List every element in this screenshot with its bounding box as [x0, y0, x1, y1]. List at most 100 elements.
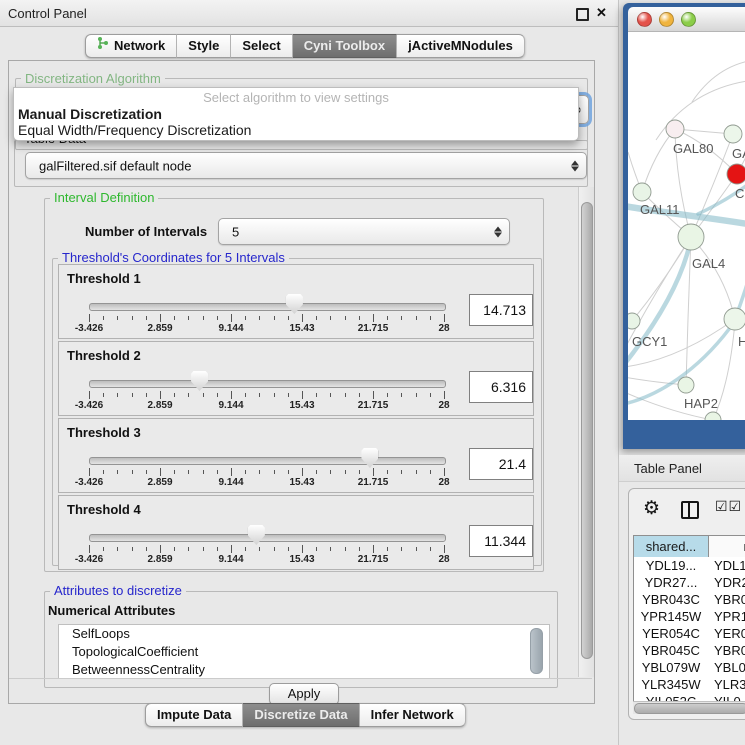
threshold-slider-thumb[interactable]: [191, 371, 208, 391]
tab-style[interactable]: Style: [177, 34, 231, 58]
bottom-tab-impute-data[interactable]: Impute Data: [145, 703, 243, 727]
bottom-tab-tab-label: Impute Data: [157, 704, 231, 726]
tab-select[interactable]: Select: [231, 34, 292, 58]
graph-node-label: C: [735, 186, 744, 201]
tick-mark: [259, 470, 260, 474]
graph-node[interactable]: [666, 120, 684, 138]
attributes-list-scrollbar[interactable]: [530, 628, 543, 674]
tick-mark: [373, 314, 374, 322]
network-window-titlebar[interactable]: [628, 7, 745, 32]
tab-network[interactable]: Network: [85, 34, 177, 58]
bottom-tab-infer-network[interactable]: Infer Network: [360, 703, 466, 727]
algorithm-placeholder-item[interactable]: Select algorithm to view settings: [14, 90, 578, 105]
graph-node[interactable]: [727, 164, 745, 184]
graph-edge[interactable]: [642, 129, 675, 192]
threshold-slider-track[interactable]: [89, 303, 446, 311]
control-panel: Control Panel ✕ NetworkStyle Select Cyni T…: [0, 0, 618, 745]
tick-mark: [416, 393, 417, 397]
table-row[interactable]: YLR345WYLR3: [634, 676, 745, 693]
threshold-slider-thumb[interactable]: [286, 294, 303, 314]
threshold-panel: Threshold 2-3.4262.8599.14415.4321.71528…: [58, 341, 534, 416]
tick-label: 2.859: [147, 400, 172, 411]
tick-mark: [444, 545, 445, 553]
control-panel-titlebar: Control Panel ✕: [0, 0, 618, 27]
attribute-list-item[interactable]: TopologicalCoefficient: [59, 643, 549, 661]
slider-tick-labels: -3.4262.8599.14415.4321.71528: [89, 554, 444, 566]
number-of-intervals-value: 5: [232, 224, 239, 239]
table-hscrollbar-thumb[interactable]: [634, 703, 745, 714]
table-row[interactable]: YPR145WYPR1: [634, 608, 745, 625]
gear-icon[interactable]: ⚙: [643, 497, 660, 520]
threshold-slider-track[interactable]: [89, 457, 446, 465]
tab-cyni-toolbox[interactable]: Cyni Toolbox: [293, 34, 397, 58]
tab-jactivemnodules[interactable]: jActiveMNodules: [397, 34, 525, 58]
tick-mark: [174, 470, 175, 474]
zoom-traffic-light-icon[interactable]: [681, 12, 696, 27]
attribute-list-item[interactable]: SelfLoops: [59, 625, 549, 643]
table-data-combobox[interactable]: galFiltered.sif default node: [25, 152, 587, 179]
tick-mark: [259, 547, 260, 551]
bottom-tab-tab-label: Discretize Data: [254, 704, 347, 726]
algorithm-option[interactable]: Manual Discretization: [18, 106, 162, 122]
tab-tab-label: Select: [242, 35, 280, 57]
bottom-tab-discretize-data[interactable]: Discretize Data: [243, 703, 359, 727]
table-row[interactable]: YBL079WYBL0: [634, 659, 745, 676]
table-row[interactable]: YIL052CYIL0: [634, 693, 745, 701]
panel-title: Control Panel: [8, 6, 87, 21]
top-tab-bar: NetworkStyle Select Cyni ToolboxjActiveMNo…: [85, 34, 525, 58]
tick-label: 2.859: [147, 554, 172, 565]
threshold-value-field[interactable]: 14.713: [469, 294, 533, 326]
threshold-slider-track[interactable]: [89, 380, 446, 388]
network-canvas[interactable]: GAL80GACGAL11GAL4GCY1HHAP2: [628, 32, 745, 420]
column-header[interactable]: na: [709, 536, 745, 557]
close-traffic-light-icon[interactable]: [637, 12, 652, 27]
table-row[interactable]: YBR045CYBR0: [634, 642, 745, 659]
graph-node[interactable]: [678, 377, 694, 393]
algorithm-option[interactable]: Equal Width/Frequency Discretization: [18, 122, 251, 138]
attribute-list-item[interactable]: BetweennessCentrality: [59, 661, 549, 679]
threshold-value-field[interactable]: 6.316: [469, 371, 533, 403]
checkboxes-icon[interactable]: ☑☑: [715, 498, 742, 515]
graph-node-label: GAL11: [640, 202, 680, 217]
threshold-slider-thumb[interactable]: [361, 448, 378, 468]
graph-node[interactable]: [724, 125, 742, 143]
threshold-slider-thumb[interactable]: [248, 525, 265, 545]
minimize-traffic-light-icon[interactable]: [659, 12, 674, 27]
tick-label: 28: [438, 554, 449, 565]
table-panel-title: Table Panel: [634, 461, 702, 476]
slider-ticks: [89, 314, 444, 323]
tick-label: 28: [438, 323, 449, 334]
threshold-value-field[interactable]: 11.344: [469, 525, 533, 557]
tick-mark: [217, 547, 218, 551]
number-of-intervals-combobox[interactable]: 5: [218, 218, 510, 245]
graph-edge[interactable]: [691, 237, 735, 319]
algorithm-dropdown-popup: Select algorithm to view settings Manual…: [13, 87, 579, 141]
settings-scrollbar-thumb[interactable]: [581, 202, 593, 659]
tick-label: 2.859: [147, 323, 172, 334]
graph-node[interactable]: [705, 412, 721, 420]
close-icon[interactable]: ✕: [596, 5, 607, 21]
threshold-value-field[interactable]: 21.4: [469, 448, 533, 480]
tick-mark: [430, 547, 431, 551]
apply-row: Apply: [9, 678, 592, 703]
tick-mark: [117, 316, 118, 320]
settings-scrollbar-track[interactable]: [578, 187, 594, 677]
cell-name: YBL0: [708, 659, 745, 676]
split-view-icon[interactable]: [681, 501, 699, 519]
table-row[interactable]: YER054CYER0: [634, 625, 745, 642]
table-row[interactable]: YBR043CYBR0: [634, 591, 745, 608]
graph-node[interactable]: [633, 183, 651, 201]
column-header[interactable]: shared...: [634, 536, 709, 557]
table-row[interactable]: YDL19...YDL1: [634, 557, 745, 574]
table-row[interactable]: YDR27...YDR2: [634, 574, 745, 591]
tick-mark: [302, 545, 303, 553]
graph-node[interactable]: [678, 224, 704, 250]
table-hscrollbar-track[interactable]: [633, 701, 745, 714]
threshold-slider-track[interactable]: [89, 534, 446, 542]
graph-node[interactable]: [724, 308, 745, 330]
apply-button[interactable]: Apply: [269, 683, 339, 705]
float-window-icon[interactable]: [576, 8, 589, 21]
tick-mark: [103, 393, 104, 397]
graph-node[interactable]: [628, 313, 640, 329]
graph-edge[interactable]: [692, 60, 745, 102]
